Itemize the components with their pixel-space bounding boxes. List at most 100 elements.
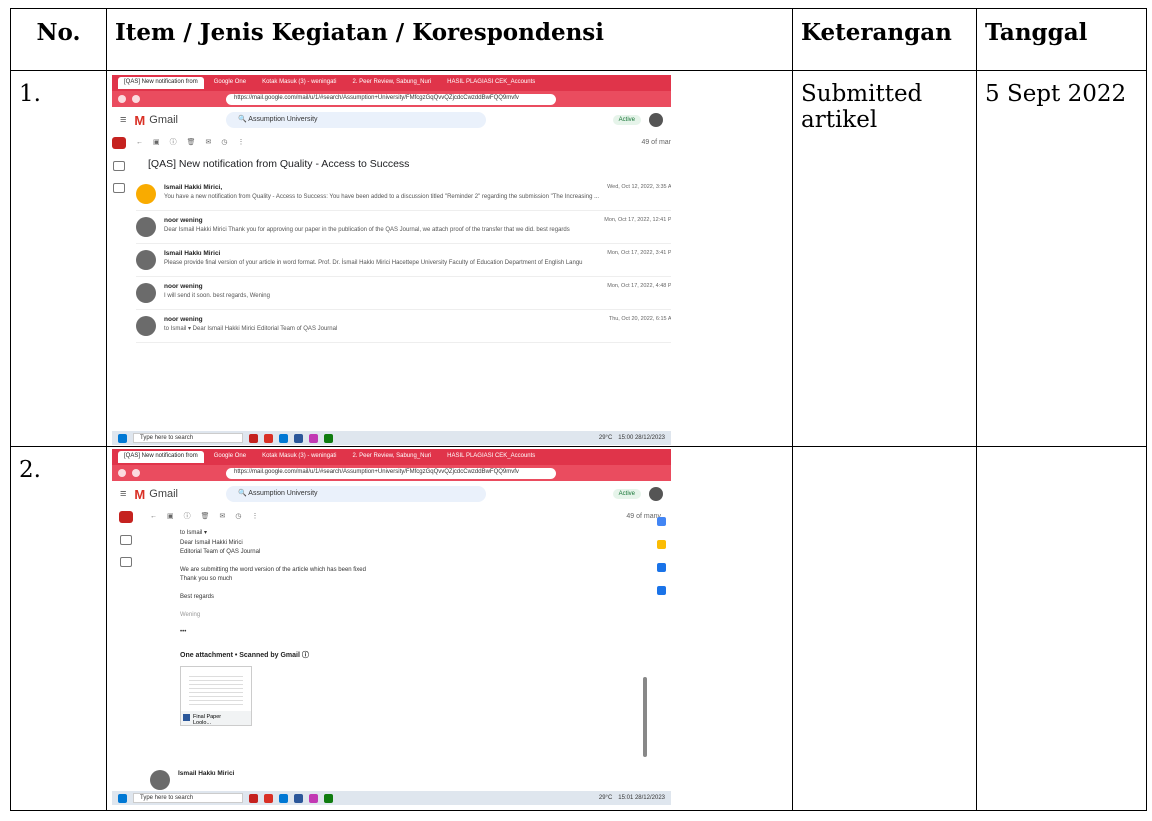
- header-no: No.: [10, 8, 107, 71]
- tab: 2. Peer Review, Sabung_Nuri: [352, 79, 432, 85]
- attachment-header: One attachment • Scanned by Gmail ⓘ: [180, 651, 309, 659]
- header-keterangan: Keterangan: [792, 8, 977, 71]
- right-sidebar: [666, 133, 671, 221]
- status-badge: Active: [612, 489, 641, 499]
- tasks-icon: [656, 563, 666, 572]
- url-field: https://mail.google.com/mail/u/1/#search…: [226, 467, 556, 479]
- attachment-thumbnail: Final Paper Loolo...: [180, 665, 252, 726]
- mail-icon: [112, 137, 126, 149]
- app-icon: [279, 433, 288, 443]
- browser-tab-bar: [QAS] New notification from Google One K…: [112, 75, 671, 91]
- tab: HASIL PLAGIASI CEK_Accounts: [447, 453, 536, 459]
- avatar: [649, 113, 663, 127]
- contacts-icon: [656, 586, 666, 595]
- right-sidebar: [651, 507, 671, 595]
- clock: 15:00 28/12/2023: [618, 435, 665, 441]
- row-number: 2.: [10, 446, 107, 811]
- tab: 2. Peer Review, Sabung_Nuri: [352, 453, 432, 459]
- avatar: [136, 250, 156, 270]
- tab: Google One: [213, 453, 247, 459]
- email-body: to Ismail ▾ Dear Ismail Hakki Mirici Edi…: [180, 530, 366, 636]
- temperature: 29°C: [598, 795, 613, 801]
- search-input: 🔍 Assumption University: [226, 112, 486, 128]
- taskbar-search: Type here to search: [133, 433, 243, 443]
- gmail-logo: M Gmail: [134, 112, 178, 128]
- screenshot-cell: [QAS] New notification from Google One K…: [106, 446, 793, 811]
- header-tanggal: Tanggal: [976, 8, 1147, 71]
- temperature: 29°C: [598, 435, 613, 441]
- clock: 15:01 28/12/2023: [618, 795, 665, 801]
- chat-icon: [120, 535, 132, 545]
- app-icon: [294, 433, 303, 443]
- calendar-icon: [656, 517, 666, 526]
- list-item: İsmail Hakkı Mirici Please provide final …: [136, 244, 671, 277]
- mail-layout: ←▣ⓘ🗑✉◷⋮ 49 of many [QAS] New notificatio…: [112, 133, 671, 429]
- avatar: [136, 316, 156, 336]
- avatar: [649, 487, 663, 501]
- windows-taskbar: Type here to search 29°C 15:00 28/12/202…: [112, 431, 671, 445]
- app-icon: [249, 433, 258, 443]
- mail-toolbar: ←▣ⓘ🗑✉◷⋮ 49 of many: [150, 512, 661, 521]
- meet-icon: [120, 557, 132, 567]
- list-item: noor wening I will send it soon. best reg…: [136, 277, 671, 310]
- app-icon: [264, 793, 273, 803]
- browser-tab-bar: [QAS] New notification from Google One K…: [112, 449, 671, 465]
- gmail-logo: M Gmail: [134, 486, 178, 502]
- windows-icon: [118, 433, 127, 443]
- gmail-screenshot-2: [QAS] New notification from Google One K…: [112, 449, 671, 805]
- menu-icon: ≡: [120, 114, 127, 126]
- app-icon: [279, 793, 288, 803]
- screenshot-cell: [QAS] New notification from Google One K…: [106, 70, 793, 447]
- menu-icon: ≡: [120, 488, 127, 500]
- tab: Kotak Masuk (3) - weningati: [262, 79, 337, 85]
- keterangan-cell: Submitted artikel: [792, 70, 977, 447]
- list-item: Ismail Hakki Mirici, You have a new notif…: [136, 178, 671, 211]
- mail-content: ←▣ⓘ🗑✉◷⋮ 49 of many [QAS] New notificatio…: [126, 133, 671, 429]
- row-number: 1.: [10, 70, 107, 447]
- app-icon: [264, 433, 273, 443]
- attachment-file: Final Paper Loolo...: [181, 710, 251, 726]
- app-icon: [249, 793, 258, 803]
- windows-taskbar: Type here to search 29°C 15:01 28/12/202…: [112, 791, 671, 805]
- list-item: noor wening to Ismail ▾ Dear Ismail Hakki…: [136, 310, 671, 343]
- avatar: [136, 184, 156, 204]
- avatar: [150, 769, 170, 790]
- refresh-icon: [132, 95, 140, 103]
- email-subject: [QAS] New notification from Quality - Ac…: [148, 158, 410, 170]
- gmail-screenshot-1: [QAS] New notification from Google One K…: [112, 75, 671, 445]
- left-rail: [112, 507, 140, 789]
- tab-active: [QAS] New notification from: [118, 451, 204, 463]
- taskbar-search: Type here to search: [133, 793, 243, 803]
- avatar: [136, 217, 156, 237]
- back-icon: [118, 95, 126, 103]
- left-rail: [112, 133, 126, 429]
- url-field: https://mail.google.com/mail/u/1/#search…: [226, 93, 556, 105]
- gmail-header: ≡ M Gmail 🔍 Assumption University Active: [112, 107, 671, 133]
- chat-icon: [113, 161, 125, 171]
- address-bar: https://mail.google.com/mail/u/1/#search…: [112, 465, 671, 481]
- document-preview: [189, 672, 243, 707]
- search-input: 🔍 Assumption University: [226, 486, 486, 502]
- table-row: 2. [QAS] New notification from Google On…: [10, 446, 1147, 811]
- address-bar: https://mail.google.com/mail/u/1/#search…: [112, 91, 671, 107]
- status-badge: Active: [612, 115, 641, 125]
- tanggal-cell: [976, 446, 1147, 811]
- app-icon: [324, 793, 333, 803]
- app-icon: [309, 433, 318, 443]
- header-row: No. Item / Jenis Kegiatan / Korespondens…: [10, 8, 1147, 71]
- back-icon: [118, 469, 126, 477]
- avatar: [136, 283, 156, 303]
- app-icon: [294, 793, 303, 803]
- list-item: noor wening Dear Ismail Hakki Mirici Than…: [136, 211, 671, 244]
- table-row: 1. [QAS] New notification from Google On…: [10, 70, 1147, 447]
- correspondence-table: No. Item / Jenis Kegiatan / Korespondens…: [10, 8, 1147, 811]
- keterangan-cell: [792, 446, 977, 811]
- app-icon: [324, 433, 333, 443]
- tab-active: [QAS] New notification from: [118, 77, 204, 89]
- mail-layout: ← ▣ ⓘ 🗑 ✉ ◷ ⋮ 49 of many to Ismail ▾ Dear Isma…: [112, 507, 671, 790]
- header-item: Item / Jenis Kegiatan / Korespondensi: [106, 8, 793, 71]
- app-icon: [309, 793, 318, 803]
- gmail-header: ≡ M Gmail 🔍 Assumption University Active: [112, 481, 671, 507]
- windows-icon: [118, 793, 127, 803]
- mail-content: ← ▣ ⓘ 🗑 ✉ ◷ ⋮ 49 of many to Ismail ▾ Dear Isma…: [140, 507, 671, 790]
